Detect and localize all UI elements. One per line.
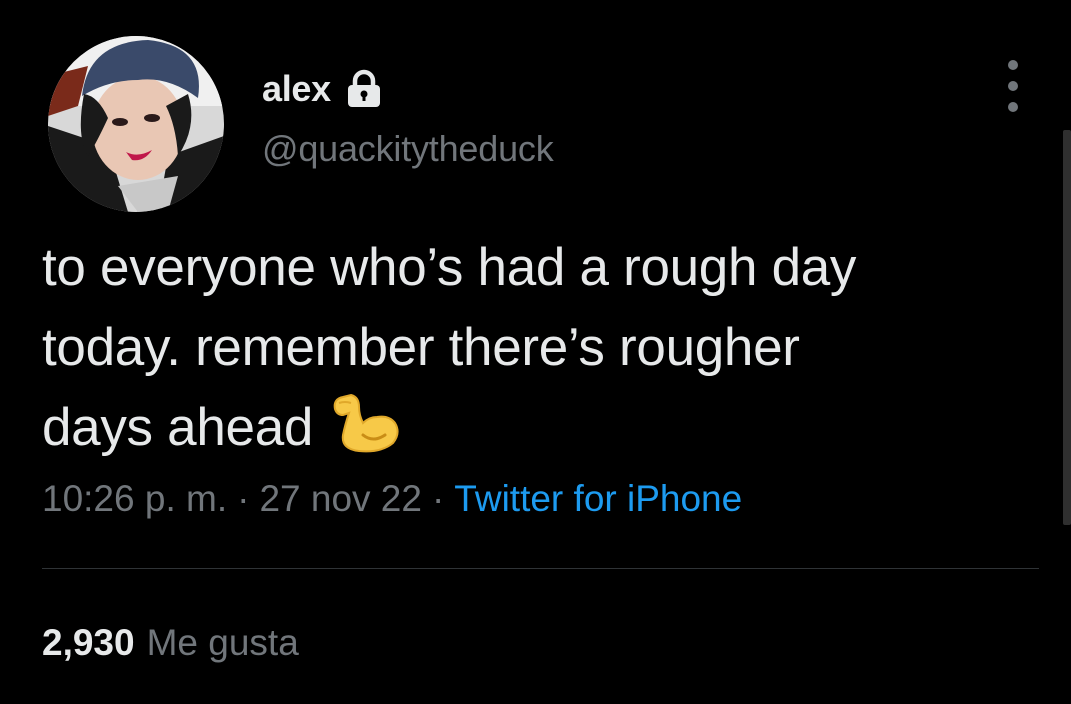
tweet-text-line: today. remember there’s rougher	[42, 318, 800, 377]
tweet-meta: 10:26 p. m. · 27 nov 22 · Twitter for iPhone	[42, 478, 742, 520]
more-options-dot	[1008, 102, 1018, 112]
more-options-dot	[1008, 81, 1018, 91]
author-name-row: alex	[262, 64, 383, 114]
meta-separator: ·	[237, 478, 250, 519]
tweet-text-line-last: days ahead	[42, 388, 1042, 468]
more-options-button[interactable]	[1000, 60, 1026, 112]
tweet-text: to everyone who’s had a rough day today.…	[42, 228, 1042, 468]
likes-count: 2,930	[42, 622, 135, 663]
source-link[interactable]: Twitter for iPhone	[454, 478, 742, 519]
scrollbar[interactable]	[1063, 130, 1071, 525]
author-display-name[interactable]: alex	[262, 68, 331, 110]
tweet-time[interactable]: 10:26 p. m.	[42, 478, 227, 519]
flexed-biceps-icon	[329, 393, 401, 455]
likes-stat[interactable]: 2,930 Me gusta	[42, 622, 299, 664]
tweet-detail: alex @quackitytheduck to everyone who’s …	[0, 0, 1071, 704]
avatar[interactable]	[48, 36, 224, 212]
author-handle[interactable]: @quackitytheduck	[262, 128, 554, 170]
lock-icon	[345, 69, 383, 109]
tweet-text-line: to everyone who’s had a rough day	[42, 238, 857, 297]
profile-photo	[48, 36, 224, 212]
likes-label: Me gusta	[146, 622, 299, 663]
tweet-text-line: days ahead	[42, 398, 314, 457]
divider	[42, 568, 1039, 569]
more-options-icon	[1008, 60, 1018, 70]
meta-separator: ·	[431, 478, 445, 519]
tweet-date[interactable]: 27 nov 22	[259, 478, 422, 519]
